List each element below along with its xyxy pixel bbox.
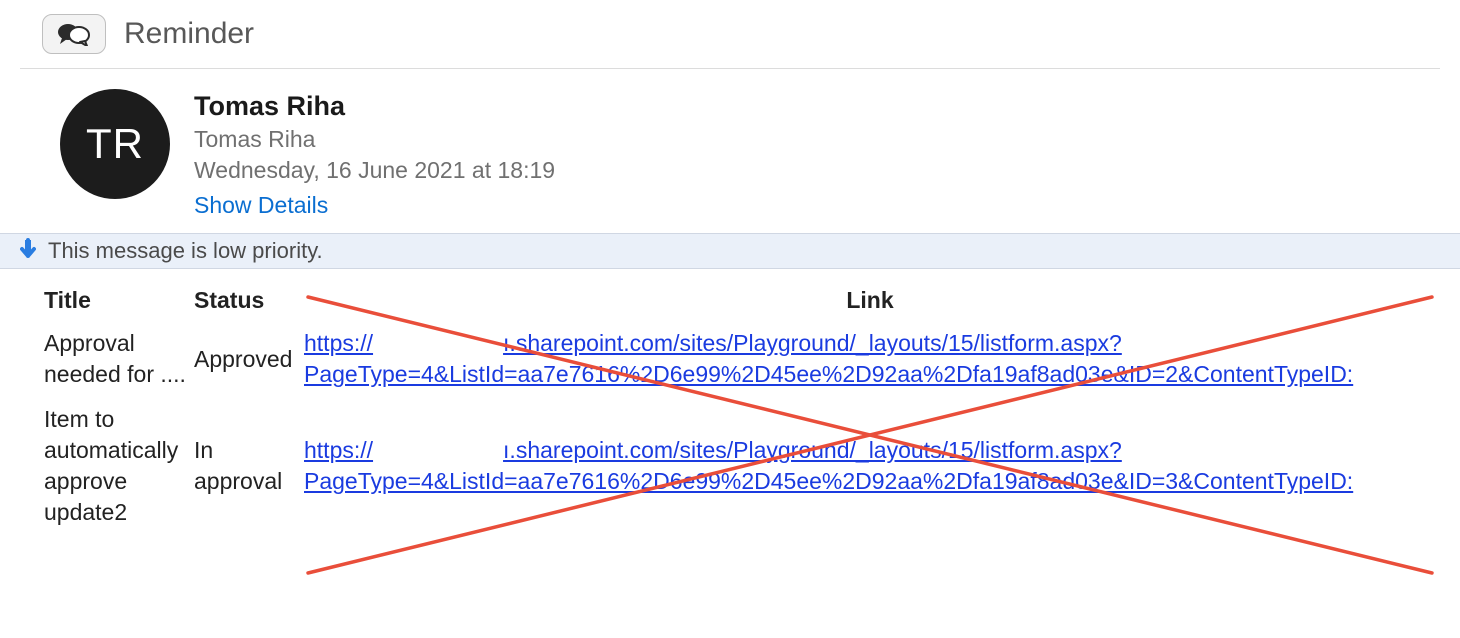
cell-status: Approved [190, 324, 300, 400]
sender-date: Wednesday, 16 June 2021 at 18:19 [194, 157, 555, 184]
conversation-icon [42, 14, 106, 54]
priority-bar: This message is low priority. [0, 233, 1460, 269]
cell-title: Approval needed for .... [40, 324, 190, 400]
subject-title: Reminder [124, 17, 254, 51]
sender-subline: Tomas Riha [194, 126, 555, 153]
sharepoint-link[interactable]: https://ı.sharepoint.com/sites/Playgroun… [304, 437, 1353, 494]
low-priority-icon [20, 238, 36, 264]
message-body: Title Status Link Approval needed for ..… [20, 281, 1440, 538]
sharepoint-link[interactable]: https://ı.sharepoint.com/sites/Playgroun… [304, 330, 1353, 387]
cell-link: https://ı.sharepoint.com/sites/Playgroun… [300, 400, 1440, 538]
col-header-link: Link [300, 281, 1440, 324]
table-row: Item to automatically approve update2 In… [40, 400, 1440, 538]
sender-block: TR Tomas Riha Tomas Riha Wednesday, 16 J… [20, 69, 1440, 233]
col-header-title: Title [40, 281, 190, 324]
cell-link: https://ı.sharepoint.com/sites/Playgroun… [300, 324, 1440, 400]
cell-title: Item to automatically approve update2 [40, 400, 190, 538]
sender-name: Tomas Riha [194, 91, 555, 122]
data-table: Title Status Link Approval needed for ..… [40, 281, 1440, 538]
table-row: Approval needed for .... Approved https:… [40, 324, 1440, 400]
priority-text: This message is low priority. [48, 238, 323, 264]
subject-row: Reminder [20, 10, 1440, 69]
avatar: TR [60, 89, 170, 199]
cell-status: In approval [190, 400, 300, 538]
show-details-link[interactable]: Show Details [194, 192, 555, 219]
col-header-status: Status [190, 281, 300, 324]
